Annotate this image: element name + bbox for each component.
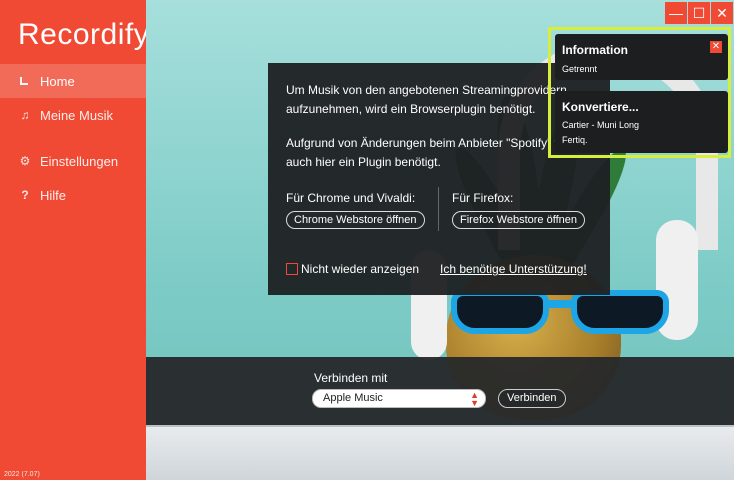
sidebar-item-help[interactable]: ? Hilfe (0, 178, 146, 212)
home-icon (16, 74, 34, 88)
notification-information: Information Getrennt ✕ (555, 34, 728, 80)
notification-title: Konvertiere... (562, 100, 639, 114)
sidebar-item-my-music[interactable]: ♫ Meine Musik (0, 98, 146, 132)
sidebar-item-settings[interactable]: ⚙ Einstellungen (0, 144, 146, 178)
version-label: 2022 (7.07) (4, 471, 40, 478)
sidebar-nav: Home ♫ Meine Musik ⚙ Einstellungen ? Hil… (0, 64, 146, 212)
sidebar-item-label: Home (40, 73, 75, 89)
support-link[interactable]: Ich benötige Unterstützung! (440, 262, 587, 276)
app-logo: Recordify (18, 18, 150, 51)
notifications-panel: Information Getrennt ✕ Konvertiere... Ca… (548, 27, 731, 158)
sidebar-item-label: Meine Musik (40, 107, 113, 123)
notification-converting: Konvertiere... Cartier - Muni Long Ferti… (555, 91, 728, 153)
connect-bar: Verbinden mit Apple Music ▲ ▼ Verbinden (146, 357, 734, 425)
close-window-button[interactable]: ✕ (711, 2, 733, 24)
gear-icon: ⚙ (19, 154, 31, 168)
notification-status: Fertiq. (562, 135, 588, 145)
select-arrows-icon: ▲ ▼ (470, 390, 479, 408)
question-icon: ? (21, 188, 29, 202)
chrome-label: Für Chrome und Vivaldi: (286, 191, 416, 205)
sidebar-item-label: Einstellungen (40, 153, 119, 169)
provider-select[interactable]: Apple Music ▲ ▼ (312, 389, 486, 408)
firefox-label: Für Firefox: (452, 191, 514, 205)
notification-title: Information (562, 43, 628, 57)
sidebar-item-home[interactable]: Home (0, 64, 146, 98)
firefox-webstore-button[interactable]: Firefox Webstore öffnen (452, 211, 585, 229)
dont-show-again-label[interactable]: Nicht wieder anzeigen (301, 262, 419, 276)
music-note-icon: ♫ (20, 108, 30, 122)
notification-text: Getrennt (562, 64, 598, 74)
provider-select-value: Apple Music (323, 392, 383, 404)
connect-button[interactable]: Verbinden (498, 389, 566, 408)
close-icon[interactable]: ✕ (710, 41, 722, 53)
divider (438, 187, 439, 231)
minimize-button[interactable]: — (665, 2, 687, 24)
sidebar: Recordify Home ♫ Meine Musik ⚙ Einstellu… (0, 0, 150, 480)
sidebar-item-label: Hilfe (40, 187, 67, 203)
dont-show-again-checkbox[interactable] (286, 263, 298, 275)
connect-label: Verbinden mit (314, 371, 388, 385)
chrome-webstore-button[interactable]: Chrome Webstore öffnen (286, 211, 425, 229)
maximize-button[interactable]: ☐ (688, 2, 710, 24)
notification-text: Cartier - Muni Long (562, 120, 640, 130)
